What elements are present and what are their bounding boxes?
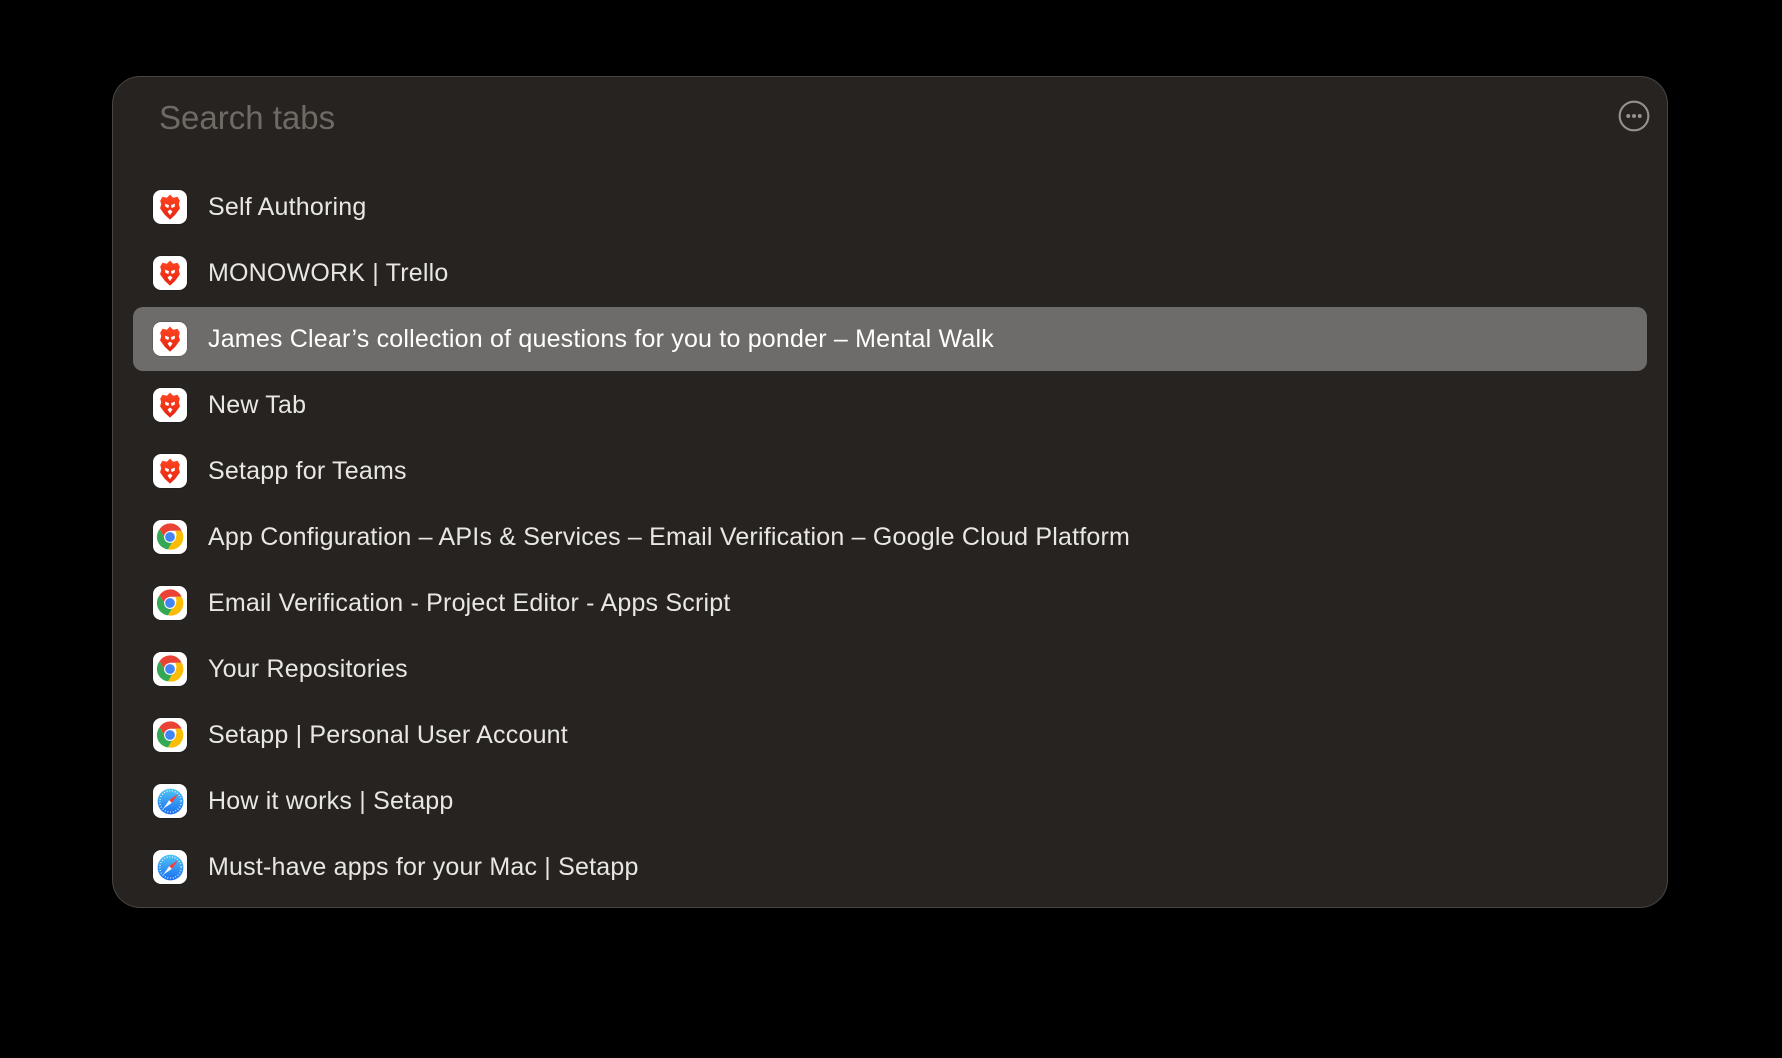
brave-icon xyxy=(153,322,187,356)
safari-icon xyxy=(153,850,187,884)
tab-row[interactable]: Setapp for Teams xyxy=(133,439,1647,503)
tab-row[interactable]: Must-have apps for your Mac | Setapp xyxy=(133,835,1647,899)
tab-title: How it works | Setapp xyxy=(208,787,454,816)
tab-title: Self Authoring xyxy=(208,193,366,222)
tab-row[interactable]: New Tab xyxy=(133,373,1647,437)
tab-title: New Tab xyxy=(208,391,306,420)
chrome-icon xyxy=(153,718,187,752)
tab-row[interactable]: Setapp | Personal User Account xyxy=(133,703,1647,767)
brave-icon xyxy=(153,190,187,224)
brave-icon xyxy=(153,256,187,290)
tab-row[interactable]: Self Authoring xyxy=(133,175,1647,239)
brave-icon xyxy=(153,388,187,422)
tab-title: App Configuration – APIs & Services – Em… xyxy=(208,523,1130,552)
tab-title: Your Repositories xyxy=(208,655,408,684)
tab-row[interactable]: App Configuration – APIs & Services – Em… xyxy=(133,505,1647,569)
tab-title: Setapp | Personal User Account xyxy=(208,721,568,750)
chrome-icon xyxy=(153,652,187,686)
tab-list: Self Authoring MONOWORK | Trello James C… xyxy=(133,175,1647,899)
tab-title: MONOWORK | Trello xyxy=(208,259,448,288)
tab-title: Setapp for Teams xyxy=(208,457,407,486)
chrome-icon xyxy=(153,520,187,554)
tab-row[interactable]: How it works | Setapp xyxy=(133,769,1647,833)
chrome-icon xyxy=(153,586,187,620)
tab-title: James Clear’s collection of questions fo… xyxy=(208,325,994,354)
tab-row[interactable]: James Clear’s collection of questions fo… xyxy=(133,307,1647,371)
tab-title: Must-have apps for your Mac | Setapp xyxy=(208,853,639,882)
more-options-button[interactable] xyxy=(1617,99,1651,133)
tab-row[interactable]: Your Repositories xyxy=(133,637,1647,701)
search-input[interactable] xyxy=(159,99,1587,137)
tab-row[interactable]: Email Verification - Project Editor - Ap… xyxy=(133,571,1647,635)
tab-row[interactable]: MONOWORK | Trello xyxy=(133,241,1647,305)
search-tabs-window: Self Authoring MONOWORK | Trello James C… xyxy=(112,76,1668,908)
brave-icon xyxy=(153,454,187,488)
tab-title: Email Verification - Project Editor - Ap… xyxy=(208,589,731,618)
search-header xyxy=(113,77,1667,153)
safari-icon xyxy=(153,784,187,818)
ellipsis-circle-icon xyxy=(1617,99,1651,133)
